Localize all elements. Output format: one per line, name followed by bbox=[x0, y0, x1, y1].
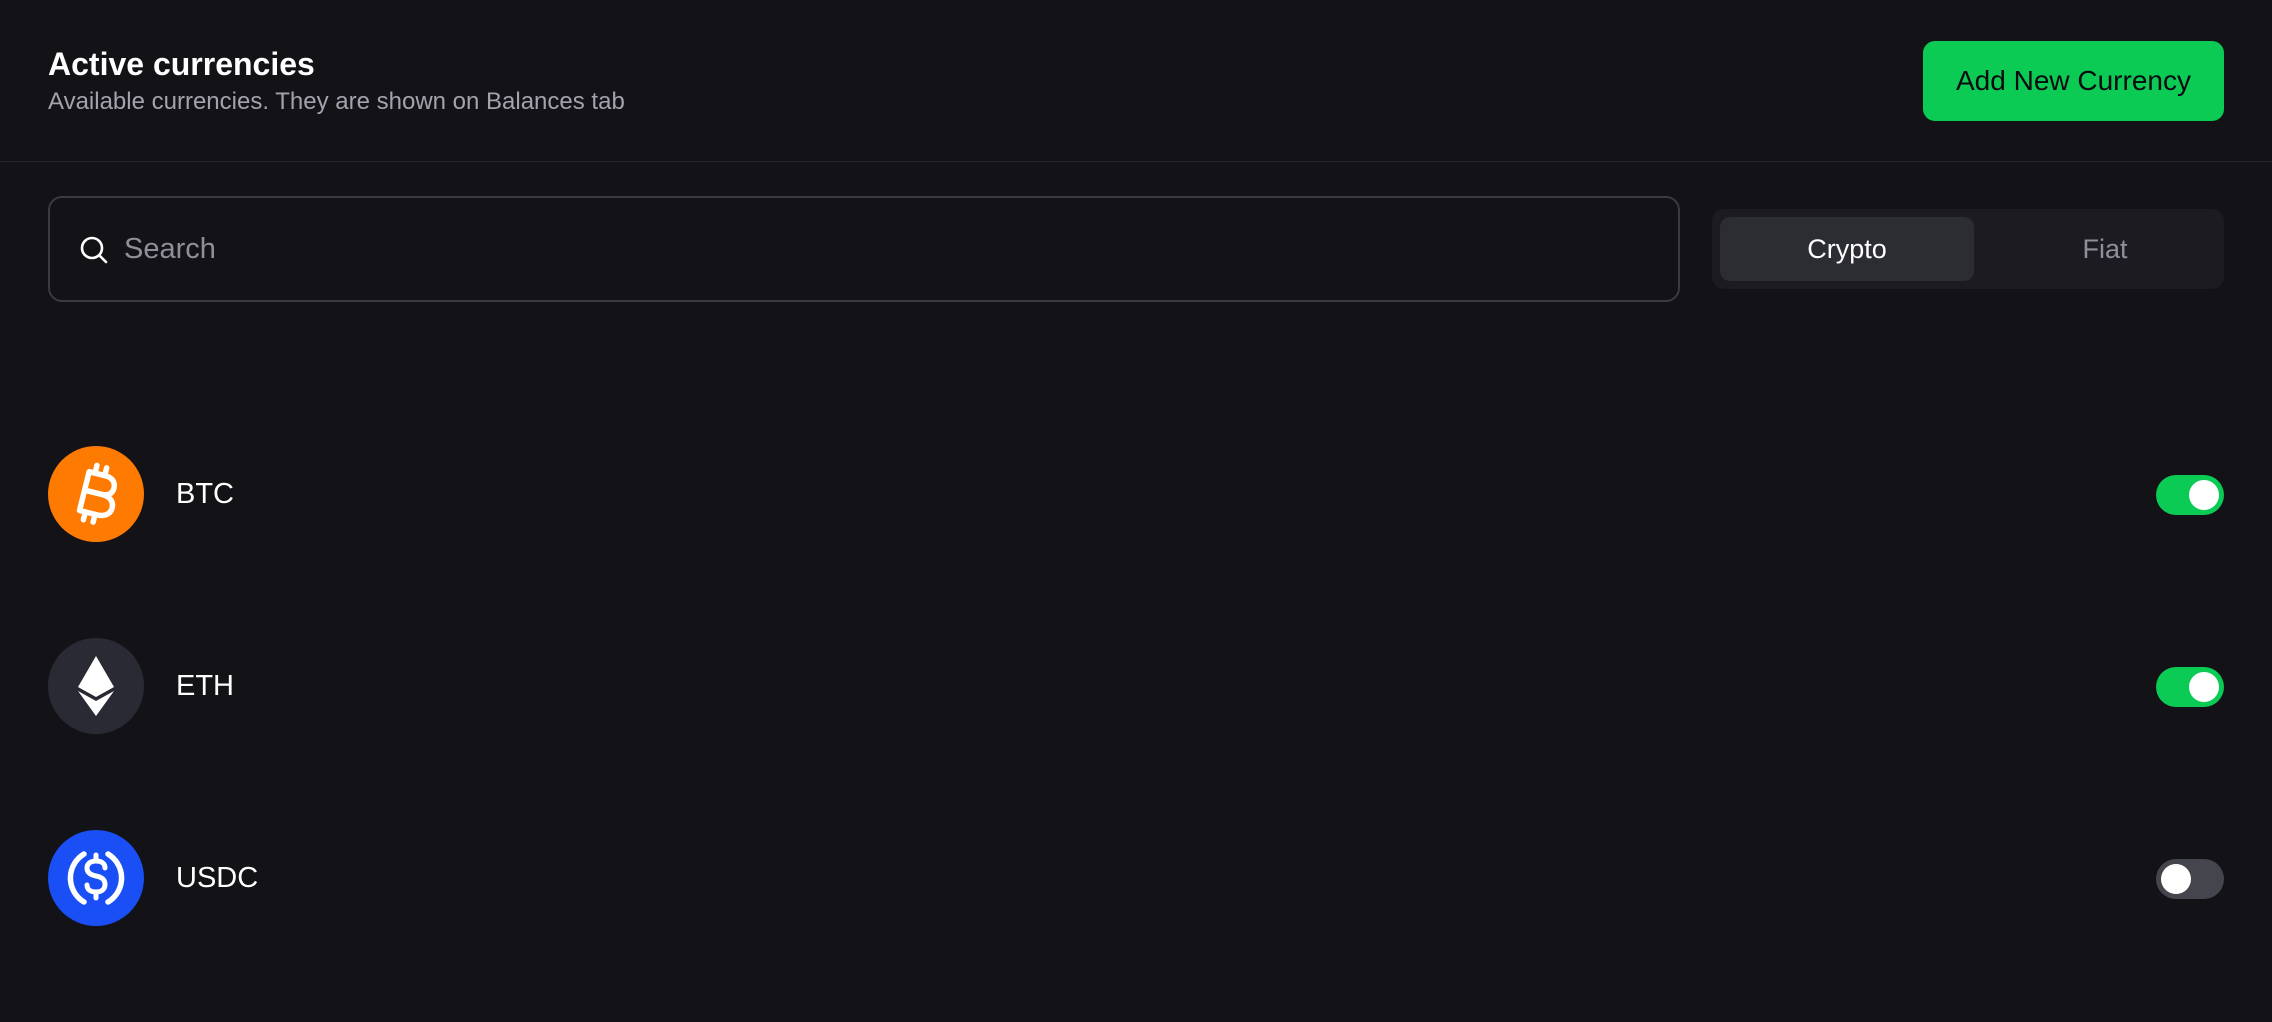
currency-code-eth: ETH bbox=[176, 670, 234, 702]
toggle-knob bbox=[2189, 480, 2219, 510]
currency-row-usdc: USDC bbox=[0, 830, 2272, 930]
currency-row-btc: BTC bbox=[0, 446, 2272, 546]
toggle-knob bbox=[2161, 864, 2191, 894]
page-subtitle: Available currencies. They are shown on … bbox=[48, 88, 625, 115]
page-header: Active currencies Available currencies. … bbox=[0, 0, 2272, 162]
currency-type-tabs: Crypto Fiat bbox=[1712, 209, 2224, 289]
usdc-toggle[interactable] bbox=[2156, 859, 2224, 899]
currency-code-btc: BTC bbox=[176, 478, 234, 510]
search-icon bbox=[78, 234, 110, 266]
currency-row-eth: ETH bbox=[0, 638, 2272, 738]
bitcoin-icon bbox=[48, 446, 144, 542]
search-input[interactable] bbox=[124, 220, 1644, 278]
page-title: Active currencies bbox=[48, 46, 315, 82]
currency-code-usdc: USDC bbox=[176, 862, 259, 894]
btc-toggle[interactable] bbox=[2156, 475, 2224, 515]
tab-fiat[interactable]: Fiat bbox=[1978, 217, 2232, 281]
ethereum-icon bbox=[48, 638, 144, 734]
eth-toggle[interactable] bbox=[2156, 667, 2224, 707]
tab-crypto[interactable]: Crypto bbox=[1720, 217, 1974, 281]
toggle-knob bbox=[2189, 672, 2219, 702]
search-box[interactable] bbox=[48, 196, 1680, 302]
usdc-icon bbox=[48, 830, 144, 926]
add-new-currency-button[interactable]: Add New Currency bbox=[1923, 41, 2224, 121]
